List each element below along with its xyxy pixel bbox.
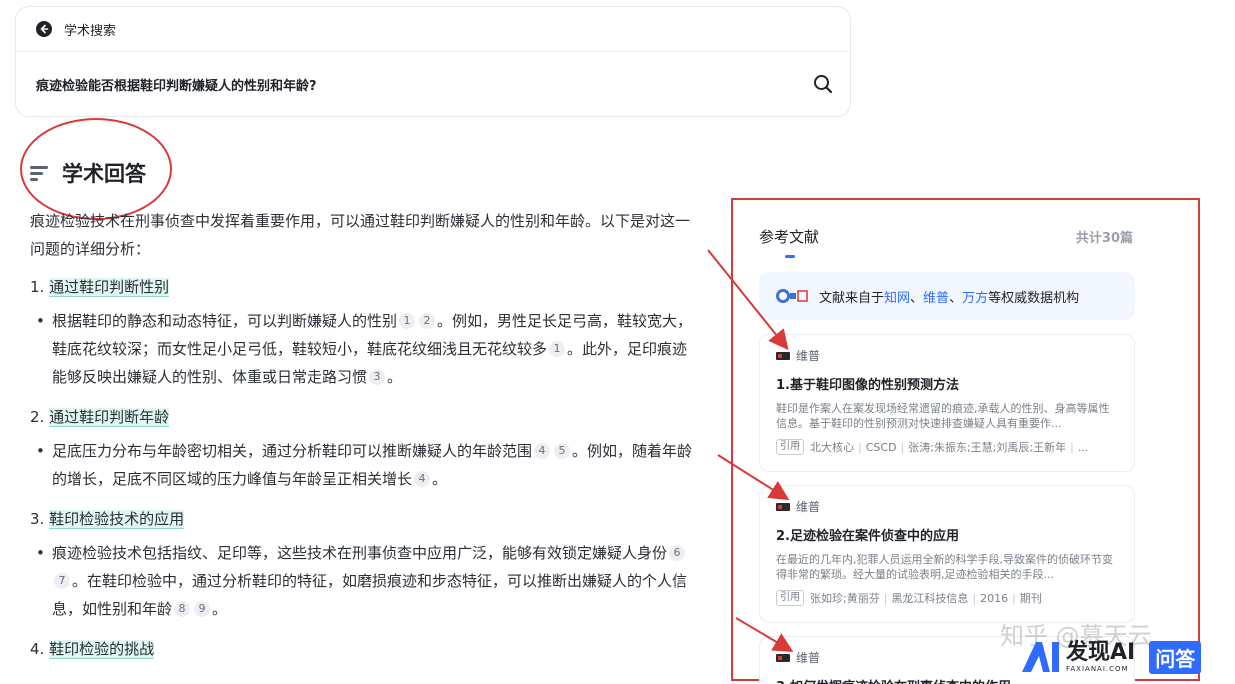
tab-indicator: [785, 255, 795, 258]
card-title[interactable]: 1.基于鞋印图像的性别预测方法: [776, 374, 1118, 393]
citation-badge[interactable]: 4: [534, 443, 551, 459]
query-row[interactable]: 痕迹检验能否根据鞋印判断嫌疑人的性别和年龄?: [16, 52, 850, 116]
card-meta: 引用 张如珍;黄丽芬 | 黑龙江科技信息 | 2016 | 期刊: [776, 590, 1118, 606]
reference-card[interactable]: 维普 1.基于鞋印图像的性别预测方法 鞋印是作案人在案发现场经常遗留的痕迹,承载…: [759, 334, 1135, 472]
citation-badge[interactable]: 1: [399, 313, 416, 329]
answer-heading-4: 4. 鞋印检验的挑战: [30, 640, 155, 659]
search-query[interactable]: 痕迹检验能否根据鞋印判断嫌疑人的性别和年龄?: [36, 75, 317, 94]
answer-heading-2: 2. 通过鞋印判断年龄: [30, 408, 170, 427]
card-abstract: 在最近的几年内,犯罪人员运用全新的科学手段,导致案件的侦破环节变得非常的繁琐。经…: [776, 553, 1113, 581]
brand-name: 发现AI: [1066, 640, 1136, 665]
search-card: 学术搜索 痕迹检验能否根据鞋印判断嫌疑人的性别和年龄?: [15, 6, 851, 117]
references-header: 参考文献 共计30篇: [759, 226, 1133, 247]
answer-heading-3: 3. 鞋印检验技术的应用: [30, 510, 185, 529]
back-label[interactable]: 学术搜索: [64, 20, 116, 39]
citation-badge[interactable]: 8: [174, 601, 191, 617]
list-lines-icon: [30, 165, 48, 181]
vip-logo-icon: [776, 351, 790, 360]
citation-badge[interactable]: 4: [414, 471, 431, 487]
faxian-ai-logo-icon: [1022, 642, 1059, 672]
card-abstract: 鞋印是作案人在案发现场经常遗留的痕迹,承载人的性别、身高等属性信息。基于鞋印的性…: [776, 402, 1110, 430]
section-title: 学术回答: [30, 158, 146, 188]
answer-bullet-1: • 根据鞋印的静态和动态特征，可以判断嫌疑人的性别 1 2 。例如，男性足长足弓高，鞋…: [36, 312, 693, 386]
card-source: 维普: [796, 349, 821, 363]
citation-badge[interactable]: 5: [554, 443, 571, 459]
qa-badge: 问答: [1149, 640, 1202, 674]
citation-badge[interactable]: 2: [419, 313, 436, 329]
citation-badge[interactable]: 9: [194, 601, 211, 617]
section-heading: 学术回答: [62, 162, 146, 186]
back-arrow-icon[interactable]: [36, 21, 52, 37]
citation-badge[interactable]: 3: [369, 369, 386, 385]
answer-intro: 痕迹检验技术在刑事侦查中发挥着重要作用，可以通过鞋印判断嫌疑人的性别和年龄。以下…: [30, 212, 691, 258]
card-title[interactable]: 3.如何发挥痕迹检验在刑事侦查中的作用: [776, 676, 1118, 684]
card-meta: 引用 北大核心 | CSCD | 张涛;朱振东;王慧;刘禹辰;王新年 | ...: [776, 439, 1118, 455]
references-title[interactable]: 参考文献: [759, 226, 819, 247]
cnki-logo-icon: [776, 289, 808, 303]
source-note: 文献来自于 知网、维普、万方 等权威数据机构: [759, 272, 1135, 320]
citation-badge[interactable]: 1: [549, 341, 566, 357]
card-source: 维普: [796, 651, 821, 665]
search-header: 学术搜索: [16, 7, 850, 52]
brand-url: FAXIANAI.COM: [1066, 665, 1129, 673]
references-panel: 参考文献 共计30篇 文献来自于 知网、维普、万方 等权威数据机构 维普 1.基于鞋…: [731, 198, 1200, 684]
answer-bullet-3: • 痕迹检验技术包括指纹、足印等，这些技术在刑事侦查中应用广泛，能够有效锁定嫌疑…: [36, 544, 688, 618]
citation-badge[interactable]: 7: [54, 573, 70, 589]
answer-bullet-2: • 足底压力分布与年龄密切相关，通过分析鞋印可以推断嫌疑人的年龄范围 4 5 。例如，…: [36, 442, 693, 488]
cite-tag[interactable]: 引用: [776, 439, 804, 455]
card-title[interactable]: 2.足迹检验在案件侦查中的应用: [776, 525, 1118, 544]
vip-logo-icon: [776, 653, 790, 662]
answer-body: 痕迹检验技术在刑事侦查中发挥着重要作用，可以通过鞋印判断嫌疑人的性别和年龄。以下…: [30, 207, 695, 669]
citation-badge[interactable]: 6: [669, 545, 686, 561]
cite-tag[interactable]: 引用: [776, 590, 804, 606]
vip-logo-icon: [776, 502, 790, 511]
answer-heading-1: 1. 通过鞋印判断性别: [30, 278, 170, 297]
search-icon[interactable]: [812, 73, 834, 95]
references-count: 共计30篇: [1075, 231, 1133, 246]
card-source: 维普: [796, 500, 821, 514]
brand-watermark: 发现AI FAXIANAI.COM 问答: [1020, 640, 1202, 674]
reference-card[interactable]: 维普 2.足迹检验在案件侦查中的应用 在最近的几年内,犯罪人员运用全新的科学手段…: [759, 485, 1135, 623]
